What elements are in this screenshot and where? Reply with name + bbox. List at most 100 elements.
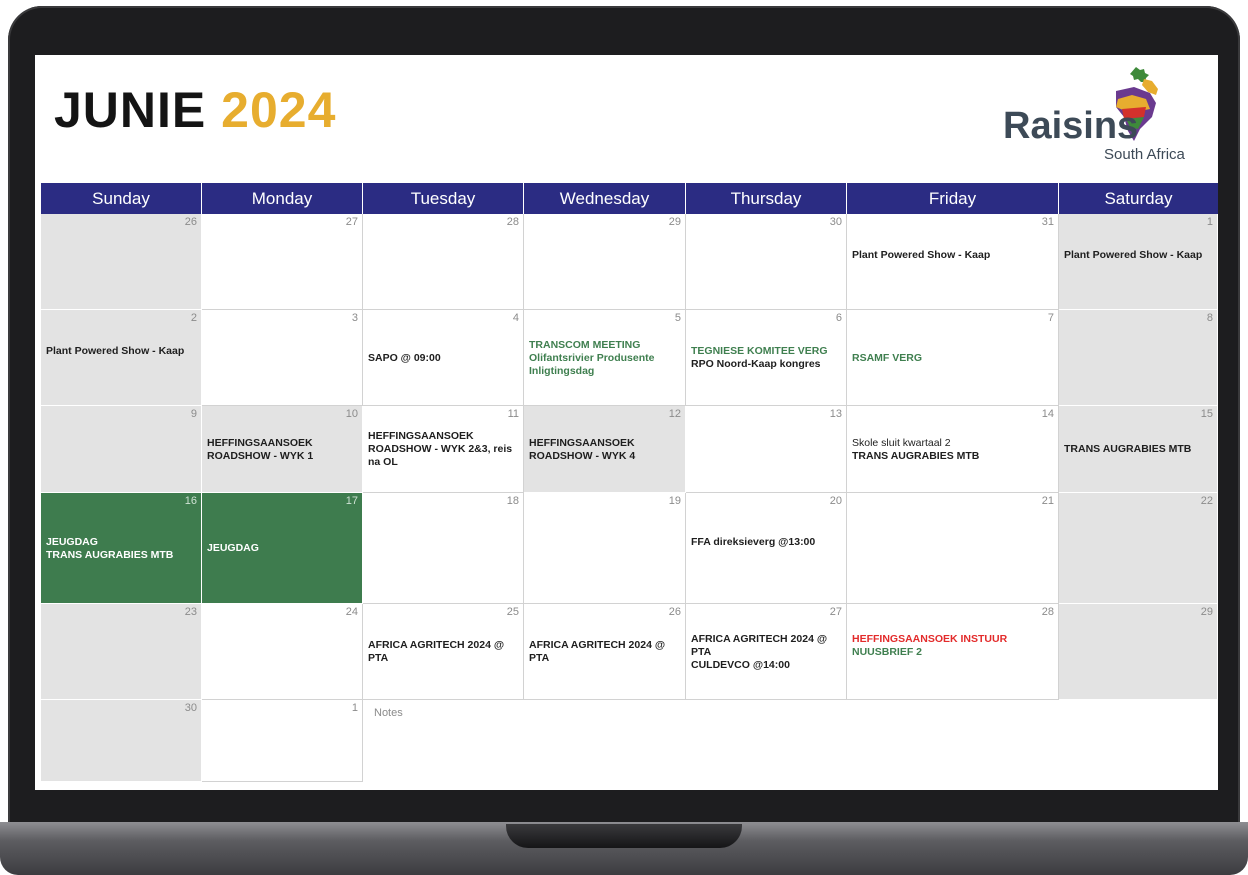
day-number: 14 — [1041, 408, 1054, 420]
calendar-event[interactable]: NUUSBRIEF 2 — [852, 646, 1053, 659]
calendar-event[interactable]: Plant Powered Show - Kaap — [1064, 249, 1212, 262]
day-number: 4 — [512, 312, 519, 324]
calendar-event[interactable]: HEFFINGSAANSOEK ROADSHOW - WYK 1 — [207, 437, 357, 463]
day-cell[interactable]: 27 AFRICA AGRITECH 2024 @ PTA CULDEVCO @14… — [686, 604, 847, 700]
day-number: 29 — [668, 216, 681, 228]
calendar-event[interactable]: TRANSCOM MEETING — [529, 339, 680, 352]
day-number: 1 — [1206, 216, 1213, 228]
day-number: 25 — [506, 606, 519, 618]
title-year: 2024 — [221, 82, 337, 138]
day-cell[interactable]: 26 — [41, 214, 202, 310]
title-month: JUNIE — [54, 82, 207, 138]
day-cell[interactable]: 2 Plant Powered Show - Kaap — [41, 310, 202, 406]
day-number: 21 — [1041, 495, 1054, 507]
day-number: 26 — [668, 606, 681, 618]
event-list: TEGNIESE KOMITEE VERG RPO Noord-Kaap kong… — [691, 345, 841, 371]
day-header-tuesday: Tuesday — [363, 183, 524, 214]
day-cell[interactable]: 8 — [1059, 310, 1218, 406]
day-cell[interactable]: 19 — [524, 493, 686, 604]
calendar-event[interactable]: AFRICA AGRITECH 2024 @ PTA — [368, 639, 518, 665]
calendar-event[interactable]: Olifantsrivier Produsente Inligtingsdag — [529, 352, 680, 378]
day-cell[interactable]: 1 Plant Powered Show - Kaap — [1059, 214, 1218, 310]
day-number: 1 — [351, 702, 358, 714]
calendar-event[interactable]: AFRICA AGRITECH 2024 @ PTA — [529, 639, 680, 665]
day-number: 10 — [345, 408, 358, 420]
day-cell[interactable]: 30 — [41, 700, 202, 782]
day-number: 9 — [190, 408, 197, 420]
day-number: 18 — [506, 495, 519, 507]
day-number: 29 — [1200, 606, 1213, 618]
day-number: 19 — [668, 495, 681, 507]
day-cell[interactable]: 22 — [1059, 493, 1218, 604]
event-list: HEFFINGSAANSOEK ROADSHOW - WYK 2&3, reis… — [368, 430, 518, 469]
day-cell[interactable]: 11 HEFFINGSAANSOEK ROADSHOW - WYK 2&3, re… — [363, 406, 524, 493]
logo-wordmark: Raisins — [1003, 105, 1139, 147]
day-cell[interactable]: 4 SAPO @ 09:00 — [363, 310, 524, 406]
event-list: JEUGDAG TRANS AUGRABIES MTB — [46, 536, 196, 562]
calendar-event[interactable]: SAPO @ 09:00 — [368, 352, 518, 365]
day-cell[interactable]: 1 — [202, 700, 363, 782]
day-cell[interactable]: 26 AFRICA AGRITECH 2024 @ PTA — [524, 604, 686, 700]
day-cell[interactable]: 6 TEGNIESE KOMITEE VERG RPO Noord-Kaap kon… — [686, 310, 847, 406]
day-number: 8 — [1206, 312, 1213, 324]
calendar-event[interactable]: JEUGDAG — [207, 542, 357, 555]
event-list: TRANS AUGRABIES MTB — [1064, 443, 1212, 456]
day-cell[interactable]: 9 — [41, 406, 202, 493]
day-cell[interactable]: 28 — [363, 214, 524, 310]
calendar-event[interactable]: HEFFINGSAANSOEK INSTUUR — [852, 633, 1053, 646]
day-cell[interactable]: 30 — [686, 214, 847, 310]
day-number: 28 — [1041, 606, 1054, 618]
day-cell[interactable]: 3 — [202, 310, 363, 406]
day-cell[interactable]: 17 JEUGDAG — [202, 493, 363, 604]
calendar-event[interactable]: FFA direksieverg @13:00 — [691, 536, 841, 549]
calendar-event[interactable]: Skole sluit kwartaal 2 — [852, 437, 1053, 450]
day-header-sunday: Sunday — [41, 183, 202, 214]
calendar-event[interactable]: TRANS AUGRABIES MTB — [852, 450, 1053, 463]
day-cell[interactable]: 5 TRANSCOM MEETING Olifantsrivier Produsen… — [524, 310, 686, 406]
calendar-event[interactable]: HEFFINGSAANSOEK ROADSHOW - WYK 4 — [529, 437, 680, 463]
day-cell[interactable]: 27 — [202, 214, 363, 310]
calendar-event[interactable]: RPO Noord-Kaap kongres — [691, 358, 841, 371]
calendar-event[interactable]: TEGNIESE KOMITEE VERG — [691, 345, 841, 358]
day-header-thursday: Thursday — [686, 183, 847, 214]
calendar-event[interactable]: CULDEVCO @14:00 — [691, 659, 841, 672]
calendar-event[interactable]: TRANS AUGRABIES MTB — [46, 549, 196, 562]
calendar-event[interactable]: TRANS AUGRABIES MTB — [1064, 443, 1212, 456]
day-number: 28 — [506, 216, 519, 228]
calendar-event[interactable]: AFRICA AGRITECH 2024 @ PTA — [691, 633, 841, 659]
day-cell[interactable]: 13 — [686, 406, 847, 493]
day-cell[interactable]: 18 — [363, 493, 524, 604]
day-cell[interactable]: 29 — [1059, 604, 1218, 700]
day-cell[interactable]: 16 JEUGDAG TRANS AUGRABIES MTB — [41, 493, 202, 604]
calendar-event[interactable]: JEUGDAG — [46, 536, 196, 549]
day-cell[interactable]: 24 — [202, 604, 363, 700]
day-number: 5 — [674, 312, 681, 324]
day-cell[interactable]: 28 HEFFINGSAANSOEK INSTUUR NUUSBRIEF 2 — [847, 604, 1059, 700]
day-cell[interactable]: 12 HEFFINGSAANSOEK ROADSHOW - WYK 4 — [524, 406, 686, 493]
day-number: 13 — [829, 408, 842, 420]
event-list: JEUGDAG — [207, 542, 357, 555]
day-cell[interactable]: 31 Plant Powered Show - Kaap — [847, 214, 1059, 310]
day-number: 3 — [351, 312, 358, 324]
calendar-event[interactable]: Plant Powered Show - Kaap — [46, 345, 196, 358]
laptop-screen: JUNIE 2024 Raisins South Africa Notes Su… — [35, 55, 1218, 790]
event-list: Plant Powered Show - Kaap — [46, 345, 196, 358]
day-cell[interactable]: 20 FFA direksieverg @13:00 — [686, 493, 847, 604]
event-list: Plant Powered Show - Kaap — [1064, 249, 1212, 262]
day-number: 6 — [835, 312, 842, 324]
day-cell[interactable]: 21 — [847, 493, 1059, 604]
event-list: TRANSCOM MEETING Olifantsrivier Produsent… — [529, 339, 680, 378]
day-cell[interactable]: 10 HEFFINGSAANSOEK ROADSHOW - WYK 1 — [202, 406, 363, 493]
day-cell[interactable]: 25 AFRICA AGRITECH 2024 @ PTA — [363, 604, 524, 700]
day-cell[interactable]: 29 — [524, 214, 686, 310]
day-cell[interactable]: 23 — [41, 604, 202, 700]
event-list: AFRICA AGRITECH 2024 @ PTA — [368, 639, 518, 665]
calendar-event[interactable]: RSAMF VERG — [852, 352, 1053, 365]
day-cell[interactable]: 7 RSAMF VERG — [847, 310, 1059, 406]
calendar-event[interactable]: Plant Powered Show - Kaap — [852, 249, 1053, 262]
day-header-wednesday: Wednesday — [524, 183, 686, 214]
calendar-event[interactable]: HEFFINGSAANSOEK ROADSHOW - WYK 2&3, reis… — [368, 430, 518, 469]
event-list: RSAMF VERG — [852, 352, 1053, 365]
day-cell[interactable]: 15 TRANS AUGRABIES MTB — [1059, 406, 1218, 493]
day-cell[interactable]: 14 Skole sluit kwartaal 2 TRANS AUGRABIES … — [847, 406, 1059, 493]
